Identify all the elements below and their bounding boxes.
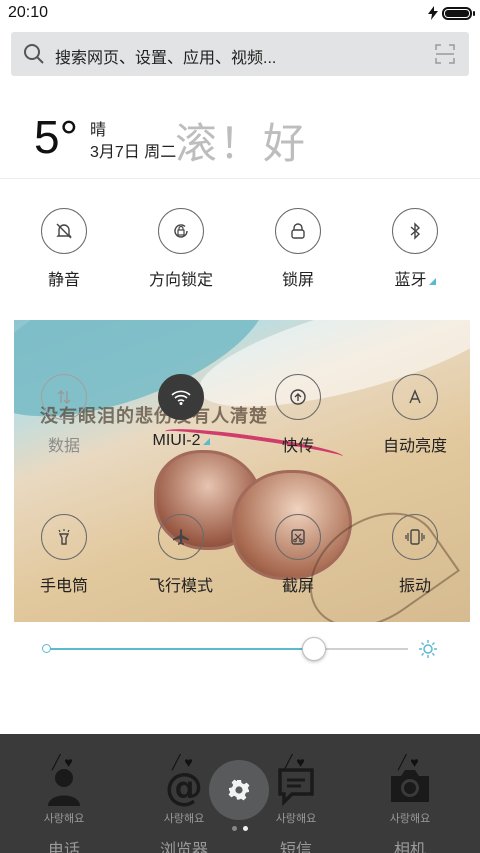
page-dot <box>232 826 237 831</box>
toggle-airplane-mode[interactable]: 飞行模式 <box>131 514 231 596</box>
gear-icon <box>228 779 250 801</box>
toggle-label: MIUI-2 <box>131 432 231 450</box>
dock-app-label: 相机 <box>393 842 426 853</box>
weather-widget[interactable]: 5° 晴 3月7日 周二 滚！好 <box>0 90 480 178</box>
toggle-circle[interactable] <box>392 514 438 560</box>
status-time: 20:10 <box>8 4 49 21</box>
toggle-quick-transfer[interactable]: 快传 <box>248 374 348 456</box>
mobile-data-icon <box>57 390 71 404</box>
toggle-circle[interactable] <box>275 514 321 560</box>
bluetooth-icon <box>410 222 421 240</box>
message-icon <box>274 764 318 808</box>
charging-icon <box>428 6 438 20</box>
toggle-circle[interactable] <box>158 208 204 254</box>
toggle-lock-screen[interactable]: 锁屏 <box>248 208 348 290</box>
toggle-auto-brightness[interactable]: 自动亮度 <box>365 374 465 456</box>
scan-icon[interactable] <box>435 44 455 64</box>
phone-contact-icon <box>42 764 86 808</box>
dock-app-camera[interactable]: ╱ ♥ 사랑해요 相机 <box>360 746 460 853</box>
flashlight-icon <box>58 529 70 545</box>
toggle-label: 快传 <box>281 438 314 455</box>
dock-app-subtitle: 사랑해요 <box>275 813 317 825</box>
svg-text:@: @ <box>165 765 203 808</box>
toggle-circle[interactable] <box>41 514 87 560</box>
battery-level <box>445 9 469 17</box>
toggle-rotation-lock[interactable]: 方向锁定 <box>131 208 231 290</box>
toggle-silent[interactable]: 静音 <box>14 208 114 290</box>
more-options-indicator <box>202 438 210 445</box>
toggle-wifi[interactable]: MIUI-2 <box>131 374 231 450</box>
weather-condition: 晴 <box>90 122 107 139</box>
wifi-icon <box>171 390 191 405</box>
temperature: 5° <box>34 111 78 163</box>
toggle-label: 蓝牙 <box>365 266 465 290</box>
brightness-slider[interactable] <box>0 636 480 662</box>
vibrate-icon <box>405 529 425 545</box>
toggle-bluetooth[interactable]: 蓝牙 <box>365 208 465 290</box>
quick-transfer-icon <box>290 389 306 405</box>
toggle-mobile-data[interactable]: 数据 <box>14 374 114 456</box>
dock-app-label: 浏览器 <box>159 842 208 853</box>
toggle-label: 方向锁定 <box>148 272 213 289</box>
toggle-circle[interactable] <box>41 374 87 420</box>
toggle-label-text: 蓝牙 <box>394 272 427 289</box>
browser-at-icon: @ <box>162 764 206 809</box>
toggle-circle[interactable] <box>392 374 438 420</box>
toggle-label: 飞行模式 <box>148 578 213 595</box>
toggle-circle[interactable] <box>275 374 321 420</box>
toggle-row-top: 静音 方向锁定 锁屏 蓝牙 <box>0 208 480 308</box>
page-dot-active <box>243 826 248 831</box>
battery-icon <box>442 6 475 20</box>
toggle-circle[interactable] <box>392 208 438 254</box>
dock-app-phone[interactable]: ╱ ♥ 사랑해요 电话 <box>14 746 114 853</box>
toggle-screenshot[interactable]: 截屏 <box>248 514 348 596</box>
auto-brightness-icon <box>409 389 421 404</box>
toggle-grid: 数据 MIUI-2 快传 自动亮度 手电筒 飞行模式 截屏 振动 <box>0 346 480 606</box>
search-input[interactable]: 搜索网页、设置、应用、视频... <box>55 44 276 68</box>
page-indicator <box>232 826 248 831</box>
divider <box>0 178 480 179</box>
screenshot-icon <box>291 529 305 545</box>
dock-app-label: 短信 <box>279 842 312 853</box>
toggle-label: 数据 <box>47 438 80 455</box>
dock-app-subtitle: 사랑해요 <box>389 813 431 825</box>
more-options-indicator <box>428 278 436 285</box>
toggle-flashlight[interactable]: 手电筒 <box>14 514 114 596</box>
toggle-circle[interactable] <box>275 208 321 254</box>
rotation-lock-icon <box>174 224 188 238</box>
toggle-label: 截屏 <box>281 578 314 595</box>
slider-fill <box>48 648 315 650</box>
toggle-circle[interactable] <box>41 208 87 254</box>
settings-button[interactable] <box>209 760 269 820</box>
weather-date: 3月7日 周二 <box>90 144 177 161</box>
toggle-label: 锁屏 <box>281 272 314 289</box>
toggle-label: 振动 <box>398 578 431 595</box>
bell-off-icon <box>56 223 72 239</box>
dock-app-subtitle: 사랑해요 <box>43 813 85 825</box>
search-bar[interactable]: 搜索网页、设置、应用、视频... <box>11 32 469 76</box>
toggle-label-text: MIUI-2 <box>152 432 201 449</box>
slider-thumb[interactable] <box>302 637 327 661</box>
dock-app-label: 电话 <box>47 842 80 853</box>
toggle-label: 自动亮度 <box>382 438 447 455</box>
brightness-min-icon <box>42 644 51 653</box>
status-icons <box>428 6 475 20</box>
toggle-circle[interactable] <box>158 514 204 560</box>
sun-icon <box>419 640 437 658</box>
camera-icon <box>388 764 432 808</box>
lock-icon <box>291 223 305 239</box>
slider-track[interactable] <box>48 648 408 650</box>
marquee-text: 滚！好 <box>175 120 308 167</box>
toggle-circle[interactable] <box>158 374 204 420</box>
search-icon <box>24 44 44 64</box>
toggle-label: 静音 <box>47 272 80 289</box>
status-bar: 20:10 <box>0 0 480 26</box>
airplane-icon <box>173 529 189 545</box>
toggle-label: 手电筒 <box>39 578 88 595</box>
toggle-vibrate[interactable]: 振动 <box>365 514 465 596</box>
